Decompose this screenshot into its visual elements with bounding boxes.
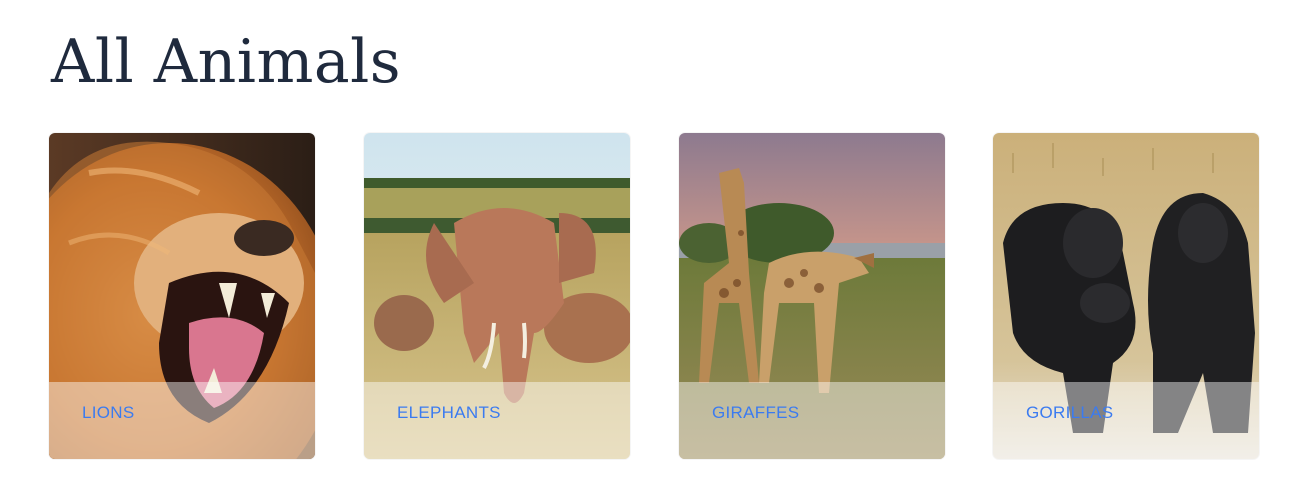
giraffes-link[interactable]: GIRAFFES — [712, 403, 799, 423]
animal-card-gorillas[interactable]: GORILLAS — [993, 133, 1259, 459]
animal-card-lions[interactable]: LIONS — [49, 133, 315, 459]
elephants-link[interactable]: ELEPHANTS — [397, 403, 501, 423]
lions-link[interactable]: LIONS — [82, 403, 135, 423]
animal-card-elephants[interactable]: ELEPHANTS — [364, 133, 630, 459]
animal-card-giraffes[interactable]: GIRAFFES — [679, 133, 945, 459]
gorillas-link[interactable]: GORILLAS — [1026, 403, 1113, 423]
page-title: All Animals — [51, 27, 402, 97]
all-animals-page: All Animals LIONS ELEPHANTS GIRAFFES GOR… — [0, 0, 1311, 500]
